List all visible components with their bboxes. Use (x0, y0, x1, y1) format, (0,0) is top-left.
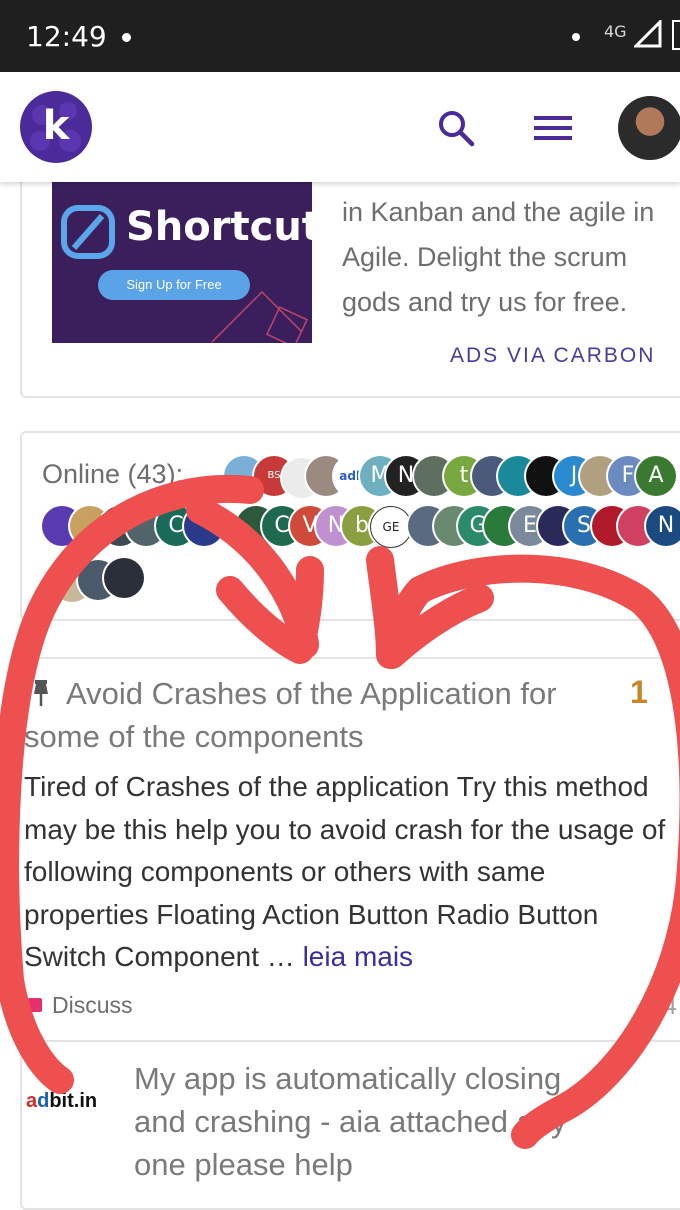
search-icon[interactable] (436, 108, 476, 148)
read-more-link[interactable]: leia mais (303, 941, 413, 972)
topic2-title-link[interactable]: My app is automatically closing and cras… (134, 1057, 614, 1186)
site-logo[interactable]: k (20, 91, 92, 163)
logo-letter-d: d (37, 1090, 50, 1112)
topic-title-link[interactable]: Avoid Crashes of the Application for som… (24, 672, 584, 758)
notification-dot-icon (122, 33, 131, 42)
ad-text: in Kanban and the agile in Agile. Deligh… (342, 197, 655, 317)
topic-meta-number: 14 (648, 990, 677, 1020)
network-type: 4G (604, 22, 627, 41)
ad-decoration-icon (211, 290, 308, 343)
ad-brand-name: Shortcut (126, 204, 312, 250)
status-time: 12:49 (26, 20, 107, 53)
logo-letter-a: a (26, 1090, 38, 1112)
status-bar: 12:49 4G (0, 0, 680, 72)
battery-icon (672, 20, 680, 50)
topic-excerpt: Tired of Crashes of the application Try … (24, 766, 674, 979)
ad-image[interactable]: Shortcut Sign Up for Free (52, 182, 312, 343)
adbit-logo: adbit.in (26, 1090, 97, 1113)
topic-divider (20, 657, 680, 659)
online-count-label: Online (43): (42, 459, 184, 489)
category-link[interactable]: Discuss (52, 992, 133, 1019)
hamburger-menu-icon[interactable] (534, 114, 574, 144)
ads-via-carbon-link[interactable]: ADS VIA CARBON (450, 344, 655, 368)
category-badge-icon (28, 998, 42, 1012)
logo-rest: bit.in (49, 1090, 98, 1112)
signal-icon (634, 20, 662, 48)
shortcut-logo-icon (61, 205, 115, 259)
app-header: k (0, 72, 680, 182)
topic-reply-count: 1 (630, 674, 648, 710)
logo-letter: k (42, 103, 70, 149)
status-dot-icon (572, 33, 580, 41)
user-avatar[interactable] (618, 96, 680, 160)
